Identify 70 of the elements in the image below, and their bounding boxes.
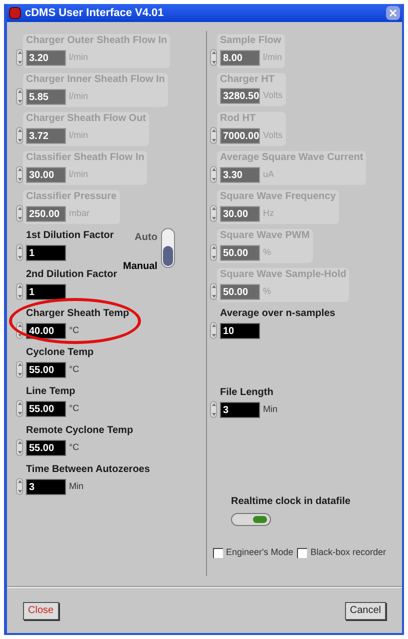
value-field[interactable]: 10 [220, 322, 260, 338]
unit-label: °C [69, 402, 80, 415]
field-label: Charger Sheath Temp [26, 307, 130, 321]
value-field[interactable]: 3 [220, 402, 260, 418]
checkbox[interactable] [297, 548, 308, 558]
unit-label: °C [69, 440, 80, 454]
unit-label: l/min [69, 90, 88, 103]
spinner-arrows[interactable] [210, 322, 217, 339]
spinner-arrows[interactable] [16, 283, 23, 300]
field-label: Square Wave Frequency [220, 190, 336, 204]
cancel-button[interactable]: Cancel [344, 602, 386, 620]
spinner-arrows[interactable] [210, 401, 217, 418]
value-field[interactable]: 55.00 [26, 400, 66, 416]
spinner-arrows[interactable] [16, 400, 23, 417]
toggle-switch[interactable] [231, 513, 271, 526]
switch-label: Manual [123, 260, 158, 274]
unit-label: °C [69, 324, 80, 337]
unit-label: Volts [263, 128, 283, 142]
value-field[interactable]: 3 [26, 478, 66, 494]
unit-label: l/min [263, 50, 282, 64]
checkbox[interactable] [213, 548, 223, 558]
unit-label: % [263, 284, 272, 298]
window-title: cDMS User Interface V4.01 [25, 6, 165, 21]
unit-label: Min [69, 480, 84, 493]
unit-label: Min [263, 402, 278, 416]
field-label: Time Between Autozeroes [26, 463, 150, 477]
field-label: Classifier Sheath Flow In [26, 151, 144, 165]
close-button[interactable]: Close [23, 602, 59, 620]
toggle-switch[interactable] [161, 228, 176, 268]
value-field[interactable]: 55.00 [26, 440, 66, 456]
value-field[interactable]: 1 [26, 244, 66, 260]
field-label: File Length [220, 386, 274, 400]
value-field[interactable]: 40.00 [26, 322, 66, 338]
field-label: Cyclone Temp [26, 346, 94, 360]
unit-label: l/min [69, 50, 88, 64]
unit-label: Volts [263, 89, 283, 102]
field-label: Square Wave PWM [220, 229, 310, 243]
field-label: Classifier Pressure [26, 190, 117, 204]
spinner-arrows[interactable] [16, 361, 23, 378]
field-label: Charger Sheath Flow Out [26, 112, 146, 126]
spinner-arrows[interactable] [16, 439, 23, 456]
field-label: Charger Inner Sheath Flow In [26, 73, 165, 87]
unit-label: °C [69, 362, 80, 376]
field-label: 2nd Dilution Factor [26, 268, 118, 282]
value-field[interactable]: 1 [26, 284, 66, 300]
realtime-clock-label: Realtime clock in datafile [231, 495, 352, 509]
field-label: 1st Dilution Factor [26, 229, 114, 243]
unit-label: mbar [69, 206, 90, 220]
unit-label: Hz [263, 206, 274, 220]
checkbox-label: Engineer's Mode [226, 546, 294, 559]
field-label: Line Temp [26, 385, 76, 399]
field-label: Sample Flow [220, 34, 282, 48]
spinner-arrows[interactable] [16, 244, 23, 261]
close-icon[interactable] [386, 6, 400, 20]
field-label: Square Wave Sample-Hold [220, 268, 346, 282]
unit-label: l/min [69, 128, 88, 142]
unit-label: % [263, 246, 272, 259]
field-label: Charger HT [220, 73, 276, 87]
field-label: Remote Cyclone Temp [26, 424, 134, 438]
unit-label: uA [263, 168, 274, 181]
unit-label: l/min [69, 168, 88, 181]
field-label: Rod HT [220, 112, 257, 126]
field-label: Average over n-samples [220, 307, 336, 321]
spinner-arrows[interactable] [16, 478, 23, 495]
value-field[interactable]: 55.00 [26, 362, 66, 378]
switch-label: Auto [134, 231, 158, 245]
field-label: Charger Outer Sheath Flow In [26, 34, 168, 48]
field-label: Average Square Wave Current [220, 151, 364, 165]
checkbox-label: Black-box recorder [310, 546, 386, 559]
app-icon [9, 7, 21, 19]
